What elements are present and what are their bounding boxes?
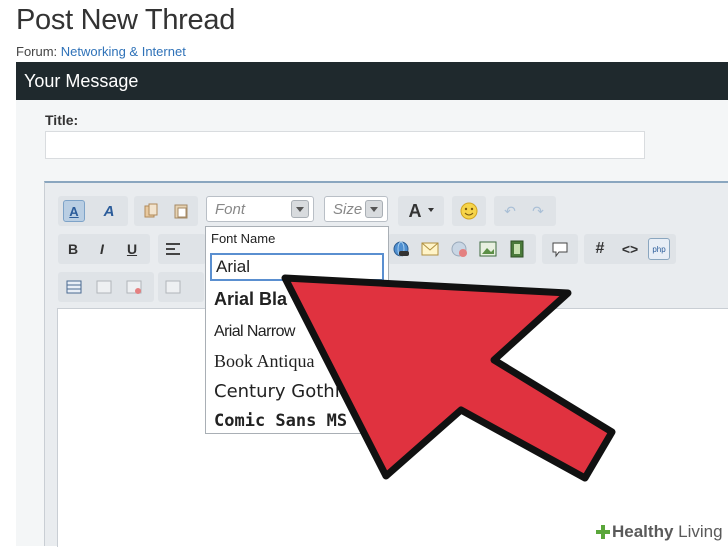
watermark-brand-bold: Healthy xyxy=(612,522,674,541)
section-title: Your Message xyxy=(24,71,139,91)
toolbar-group-quote xyxy=(542,234,578,264)
plus-icon xyxy=(596,525,610,539)
toolbar-group-format: A A xyxy=(58,196,128,226)
indent-icon[interactable] xyxy=(93,276,115,298)
font-option-book-antiqua[interactable]: Book Antiqua xyxy=(214,351,315,372)
hash-button[interactable]: # xyxy=(589,238,611,260)
bold-button[interactable]: B xyxy=(62,238,84,260)
align-left-icon[interactable] xyxy=(162,238,184,260)
font-option-arial-narrow[interactable]: Arial Narrow xyxy=(214,323,295,341)
undo-icon[interactable]: ↶ xyxy=(499,200,521,222)
video-icon[interactable] xyxy=(506,238,528,260)
size-dropdown-label: Size xyxy=(333,201,363,218)
toolbar-group-code: # <> php xyxy=(584,234,676,264)
outdent-icon[interactable] xyxy=(123,276,145,298)
link-icon[interactable] xyxy=(390,238,412,260)
underline-button[interactable]: U xyxy=(121,238,143,260)
font-dropdown[interactable]: Font xyxy=(206,196,314,222)
font-style-icon[interactable]: A xyxy=(63,200,85,222)
chevron-down-icon xyxy=(428,208,434,212)
toolbar-group-align xyxy=(158,234,206,264)
forum-label: Forum: xyxy=(16,44,58,59)
template-icon[interactable] xyxy=(162,276,184,298)
copy-icon[interactable] xyxy=(140,200,162,222)
chevron-down-icon xyxy=(365,200,383,218)
watermark-brand-light: Living xyxy=(673,522,723,541)
italic-button[interactable]: I xyxy=(91,238,113,260)
email-icon[interactable] xyxy=(419,238,441,260)
text-color-control: A xyxy=(398,196,444,226)
text-color-button[interactable]: A xyxy=(404,200,426,222)
title-input[interactable] xyxy=(45,131,645,159)
message-textarea[interactable] xyxy=(57,308,728,547)
page-title: Post New Thread xyxy=(16,4,236,36)
section-header: Your Message xyxy=(16,62,728,100)
font-option-arial[interactable]: Arial xyxy=(210,253,384,281)
toolbar-group-smilies xyxy=(452,196,486,226)
toolbar-group-text-style: B I U xyxy=(58,234,150,264)
unlink-icon[interactable] xyxy=(448,238,470,260)
font-option-arial-black[interactable]: Arial Bla xyxy=(214,289,287,310)
chevron-down-icon xyxy=(291,200,309,218)
size-dropdown[interactable]: Size xyxy=(324,196,388,222)
forum-link[interactable]: Networking & Internet xyxy=(61,44,186,59)
toolbar-group-insert xyxy=(388,234,536,264)
smiley-icon[interactable] xyxy=(458,200,480,222)
toolbar-group-lists xyxy=(58,272,154,302)
remove-format-icon[interactable]: A xyxy=(98,200,120,222)
table-icon[interactable] xyxy=(63,276,85,298)
font-option-century-gothic[interactable]: Century Gothic xyxy=(214,381,350,402)
forum-breadcrumb: Forum: Networking & Internet xyxy=(16,44,186,59)
font-dropdown-label: Font xyxy=(215,201,246,218)
redo-icon[interactable]: ↷ xyxy=(527,200,549,222)
font-menu-header: Font Name xyxy=(211,231,276,246)
image-icon[interactable] xyxy=(477,238,499,260)
toolbar-group-clipboard xyxy=(134,196,198,226)
healthy-living-watermark: Healthy Living xyxy=(592,518,728,546)
toolbar-group-history: ↶ ↷ xyxy=(494,196,556,226)
code-button[interactable]: <> xyxy=(619,238,641,260)
php-button[interactable]: php xyxy=(648,238,670,260)
font-menu: Font Name Arial Arial Bla Arial Narrow B… xyxy=(205,226,389,434)
title-label: Title: xyxy=(45,112,79,128)
toolbar-group-misc xyxy=(158,272,204,302)
quote-icon[interactable] xyxy=(549,238,571,260)
font-option-comic-sans[interactable]: Comic Sans MS xyxy=(214,411,347,431)
paste-icon[interactable] xyxy=(170,200,192,222)
